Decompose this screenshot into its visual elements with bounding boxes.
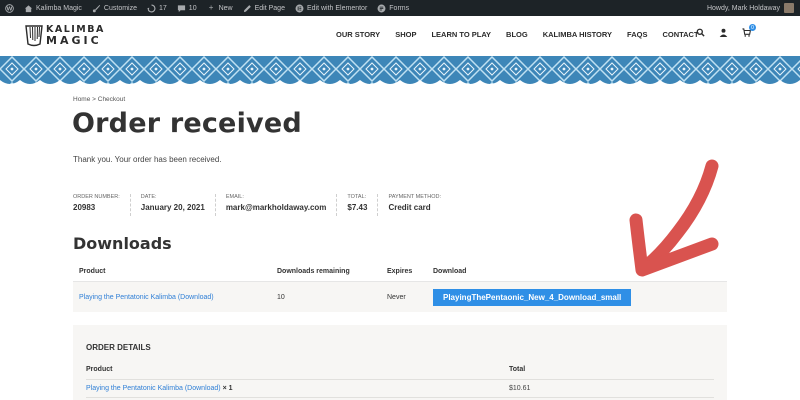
downloads-remaining-value: 10 bbox=[277, 293, 285, 301]
site-name-label: Kalimba Magic bbox=[36, 4, 82, 12]
forms-link[interactable]: Forms bbox=[372, 0, 414, 16]
overview-label: TOTAL: bbox=[347, 194, 367, 200]
svg-text:W: W bbox=[7, 6, 13, 12]
wordpress-icon: W bbox=[5, 3, 14, 13]
customize-label: Customize bbox=[103, 4, 137, 12]
site-name-link[interactable]: Kalimba Magic bbox=[19, 0, 87, 16]
new-label: New bbox=[218, 4, 233, 12]
site-header: KALIMBA MAGIC OUR STORY SHOP LEARN TO PL… bbox=[0, 16, 800, 56]
overview-value: $7.43 bbox=[347, 203, 368, 212]
page-title: Order received bbox=[72, 108, 302, 139]
forms-icon bbox=[377, 4, 386, 13]
overview-total: TOTAL: $7.43 bbox=[347, 194, 379, 216]
edit-page-label: Edit Page bbox=[254, 4, 285, 12]
plus-icon: + bbox=[208, 3, 214, 12]
overview-value: mark@markholdaway.com bbox=[225, 203, 327, 212]
nav-item-contact[interactable]: CONTACT bbox=[662, 30, 698, 39]
kalimba-logo-icon bbox=[25, 25, 43, 47]
expires-value: Never bbox=[387, 293, 406, 301]
overview-order-number: ORDER NUMBER: 20983 bbox=[73, 194, 131, 216]
nav-item-shop[interactable]: SHOP bbox=[395, 30, 416, 39]
logo-line-2: MAGIC bbox=[46, 34, 102, 47]
header-product: Product bbox=[86, 366, 113, 373]
product-link[interactable]: Playing the Pentatonic Kalimba (Download… bbox=[73, 294, 277, 301]
overview-label: ORDER NUMBER: bbox=[73, 194, 120, 200]
overview-value: Credit card bbox=[388, 203, 431, 212]
overview-payment-method: PAYMENT METHOD: Credit card bbox=[388, 194, 451, 216]
header-product: Product bbox=[79, 268, 106, 275]
nav-item-faqs[interactable]: FAQS bbox=[627, 30, 647, 39]
nav-item-kalimba-history[interactable]: KALIMBA HISTORY bbox=[543, 30, 612, 39]
greeting-label: Howdy, Mark Holdaway bbox=[706, 4, 780, 12]
order-thanks-message: Thank you. Your order has been received. bbox=[73, 155, 222, 164]
download-file-button[interactable]: PlayingThePentaonic_New_4_Download_small bbox=[433, 288, 632, 306]
nav-item-blog[interactable]: BLOG bbox=[506, 30, 528, 39]
downloads-table-header: Product Downloads remaining Expires Down… bbox=[73, 262, 727, 282]
cart-icon[interactable]: 0 bbox=[742, 24, 756, 39]
updates-link[interactable]: 17 bbox=[142, 0, 172, 16]
wp-admin-bar: W Kalimba Magic Customize 17 10 + New Ed… bbox=[0, 0, 800, 16]
main-nav: OUR STORY SHOP LEARN TO PLAY BLOG KALIMB… bbox=[336, 30, 714, 39]
nav-item-learn-to-play[interactable]: LEARN TO PLAY bbox=[431, 30, 491, 39]
comment-icon bbox=[177, 4, 186, 13]
customize-link[interactable]: Customize bbox=[87, 0, 142, 16]
table-row: Playing the Pentatonic Kalimba (Download… bbox=[73, 282, 727, 312]
forms-label: Forms bbox=[389, 4, 410, 12]
table-row: Playing the Pentatonic Kalimba (Download… bbox=[86, 384, 714, 398]
my-account-link[interactable]: Howdy, Mark Holdaway bbox=[707, 0, 800, 16]
comments-count: 10 bbox=[188, 4, 197, 12]
header-expires: Expires bbox=[387, 268, 413, 275]
breadcrumb[interactable]: Home > Checkout bbox=[73, 96, 125, 103]
order-details-header: Product Total bbox=[86, 364, 714, 380]
order-product-total: $10.61 bbox=[509, 385, 531, 392]
order-product-link[interactable]: Playing the Pentatonic Kalimba (Download… bbox=[86, 385, 221, 392]
logo-wordmark: KALIMBA MAGIC bbox=[46, 24, 105, 46]
comments-link[interactable]: 10 bbox=[172, 0, 202, 16]
header-download: Download bbox=[433, 268, 467, 275]
edit-elementor-label: Edit with Elementor bbox=[306, 4, 368, 12]
new-content-link[interactable]: + New bbox=[202, 0, 238, 16]
nav-item-our-story[interactable]: OUR STORY bbox=[336, 30, 380, 39]
pencil-icon bbox=[243, 4, 252, 13]
downloads-heading: Downloads bbox=[73, 234, 172, 253]
edit-page-link[interactable]: Edit Page bbox=[238, 0, 290, 16]
brush-icon bbox=[92, 4, 101, 13]
site-logo[interactable]: KALIMBA MAGIC bbox=[24, 22, 116, 52]
header-downloads-remaining: Downloads remaining bbox=[277, 268, 350, 275]
order-product-quantity: × 1 bbox=[222, 385, 233, 392]
home-icon bbox=[24, 4, 33, 13]
updates-count: 17 bbox=[159, 4, 167, 12]
updates-icon bbox=[147, 3, 156, 13]
header-total: Total bbox=[509, 366, 526, 373]
user-avatar bbox=[784, 3, 794, 13]
overview-label: EMAIL: bbox=[225, 194, 244, 200]
wordpress-logo-button[interactable]: W bbox=[0, 0, 19, 16]
overview-email: EMAIL: mark@markholdaway.com bbox=[226, 194, 338, 216]
overview-label: PAYMENT METHOD: bbox=[388, 194, 441, 200]
overview-value: January 20, 2021 bbox=[140, 203, 205, 212]
header-icons: 0 bbox=[696, 24, 756, 39]
overview-date: DATE: January 20, 2021 bbox=[141, 194, 216, 216]
decorative-pattern-band bbox=[0, 56, 800, 84]
downloads-table: Product Downloads remaining Expires Down… bbox=[73, 262, 727, 312]
elementor-icon bbox=[295, 4, 304, 13]
overview-value: 20983 bbox=[73, 203, 96, 212]
order-overview: ORDER NUMBER: 20983 DATE: January 20, 20… bbox=[73, 194, 461, 216]
edit-elementor-link[interactable]: Edit with Elementor bbox=[290, 0, 372, 16]
overview-label: DATE: bbox=[140, 194, 157, 200]
account-icon[interactable] bbox=[719, 28, 728, 39]
order-details-panel: ORDER DETAILS Product Total Playing the … bbox=[73, 325, 727, 400]
cart-count-badge: 0 bbox=[749, 24, 756, 31]
search-icon[interactable] bbox=[696, 28, 705, 39]
order-details-heading: ORDER DETAILS bbox=[86, 343, 151, 352]
